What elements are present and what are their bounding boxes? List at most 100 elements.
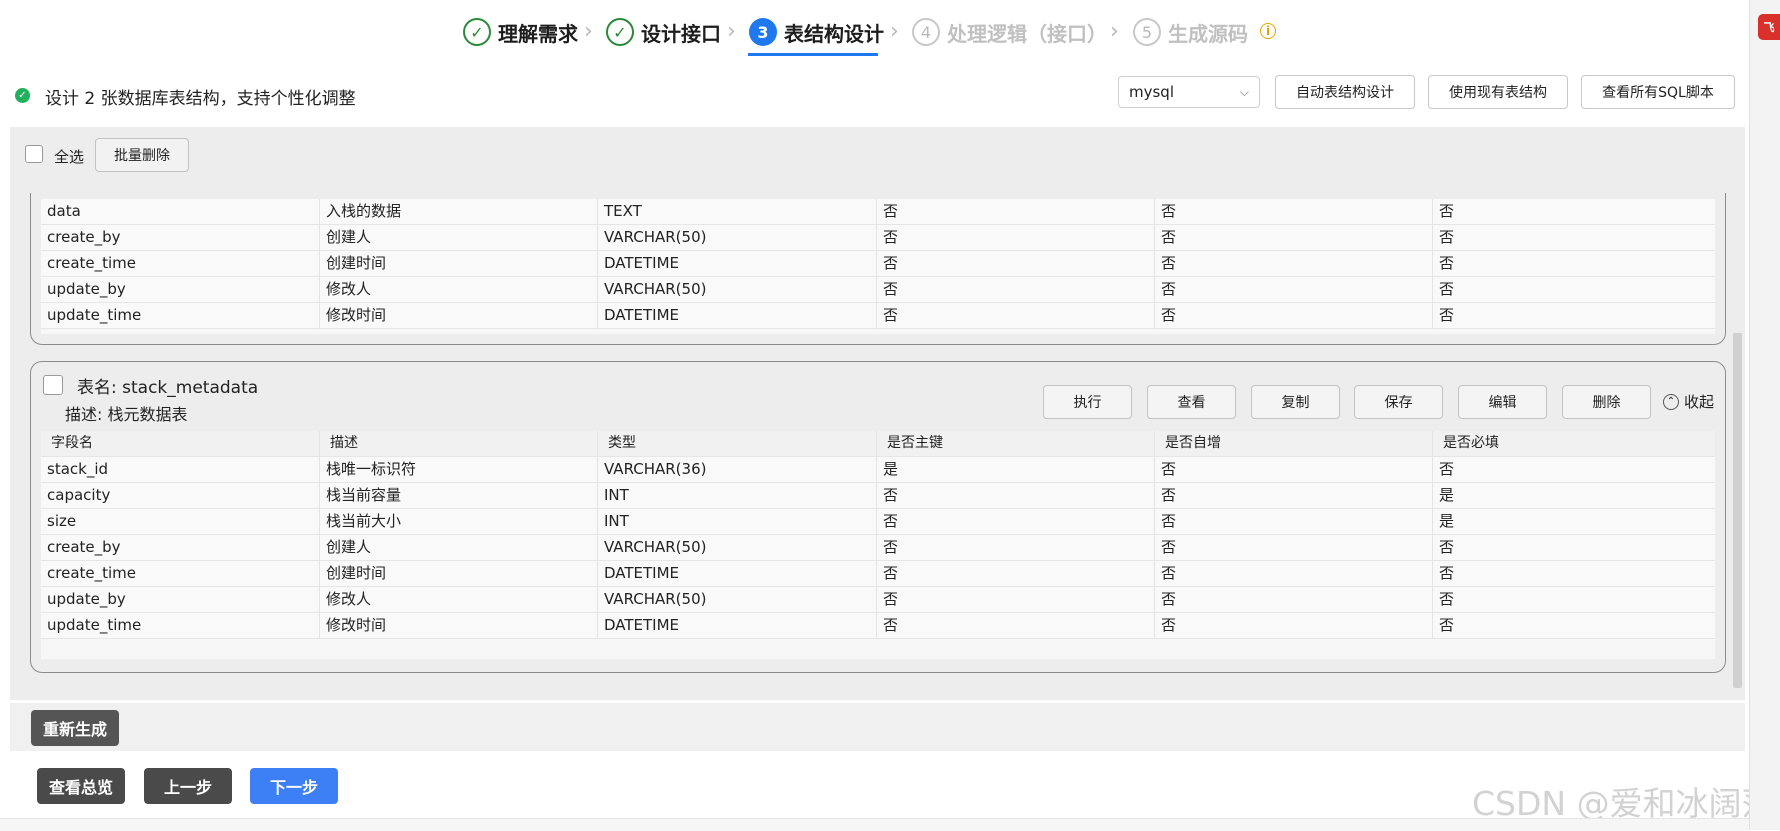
view-sql-button[interactable]: 查看所有SQL脚本 <box>1581 75 1735 109</box>
table-card: data 入栈的数据 TEXT 否否否 create_by 创建人 VARCHAR(50) 否… <box>30 193 1726 345</box>
table-row[interactable]: create_time 创建时间 DATETIME 否否否 <box>41 251 1715 277</box>
cell-field-name: update_time <box>47 616 142 634</box>
step-table-design[interactable]: 3 表结构设计 <box>749 14 884 50</box>
cell-field-name: create_time <box>47 564 137 582</box>
cell-primary-key: 否 <box>876 509 1154 535</box>
info-icon[interactable]: i <box>1260 23 1276 39</box>
column-header-field-name: 字段名 <box>51 435 93 451</box>
chevron-up-icon: ⌃ <box>1663 393 1679 410</box>
use-existing-button[interactable]: 使用现有表结构 <box>1428 75 1568 109</box>
column-header-description: 描述 <box>319 431 597 457</box>
cell-description: 创建时间 <box>319 251 597 277</box>
cell-primary-key: 否 <box>876 251 1154 277</box>
active-step-indicator <box>748 53 878 56</box>
table-select-checkbox[interactable] <box>43 375 63 395</box>
cell-type: VARCHAR(50) <box>597 535 876 561</box>
cell-auto-increment: 否 <box>1154 587 1432 613</box>
cell-required: 否 <box>1432 225 1715 251</box>
cell-description: 入栈的数据 <box>319 199 597 225</box>
cell-field-name: size <box>47 512 77 530</box>
check-icon: ✓ <box>463 18 491 46</box>
previous-step-button[interactable]: 上一步 <box>144 768 232 804</box>
cell-description: 创建人 <box>319 225 597 251</box>
table-row[interactable]: update_time 修改时间 DATETIME 否否否 <box>41 613 1715 639</box>
edit-button[interactable]: 编辑 <box>1458 385 1547 419</box>
auto-design-button[interactable]: 自动表结构设计 <box>1275 75 1415 109</box>
step-understand-requirements[interactable]: ✓ 理解需求 <box>463 14 578 50</box>
table-row[interactable]: data 入栈的数据 TEXT 否否否 <box>41 199 1715 225</box>
table-row[interactable]: create_by 创建人 VARCHAR(50) 否否否 <box>41 225 1715 251</box>
collapse-toggle[interactable]: ⌃ 收起 <box>1663 391 1714 412</box>
step-design-interface[interactable]: ✓ 设计接口 <box>606 14 721 50</box>
table-row[interactable]: create_by 创建人 VARCHAR(50) 否否否 <box>41 535 1715 561</box>
table-header-row: 字段名 描述 类型 是否主键 是否自增 是否必填 <box>41 431 1715 457</box>
chevron-right-icon: › <box>727 19 736 44</box>
cell-description: 栈唯一标识符 <box>319 457 597 483</box>
cell-type: VARCHAR(50) <box>597 277 876 303</box>
copy-button[interactable]: 复制 <box>1251 385 1340 419</box>
table-description: 描述: 栈元数据表 <box>65 405 188 424</box>
cell-description: 栈当前大小 <box>319 509 597 535</box>
cell-field-name: capacity <box>47 486 111 504</box>
bulk-delete-button[interactable]: 批量删除 <box>95 138 189 172</box>
table-row[interactable]: size 栈当前大小 INT 否否是 <box>41 509 1715 535</box>
table-row[interactable]: update_by 修改人 VARCHAR(50) 否否否 <box>41 277 1715 303</box>
cell-required: 否 <box>1432 561 1715 587</box>
cell-type: TEXT <box>597 199 876 225</box>
cell-primary-key: 否 <box>876 535 1154 561</box>
save-button[interactable]: 保存 <box>1354 385 1443 419</box>
chevron-right-icon: › <box>890 19 899 44</box>
cell-field-name: update_by <box>47 590 126 608</box>
success-icon: ✓ <box>15 88 30 103</box>
step-label: 表结构设计 <box>784 21 884 46</box>
step-number-badge: 5 <box>1133 18 1161 46</box>
cell-required: 否 <box>1432 277 1715 303</box>
side-app-badge[interactable]: 飞 <box>1758 14 1780 40</box>
step-label: 设计接口 <box>641 21 721 46</box>
chevron-down-icon: ⌵ <box>1239 84 1249 99</box>
step-label: 生成源码 <box>1168 21 1248 46</box>
status-message: 设计 2 张数据库表结构，支持个性化调整 <box>45 89 356 109</box>
cell-auto-increment: 否 <box>1154 277 1432 303</box>
table-row[interactable]: update_time 修改时间 DATETIME 否否否 <box>41 303 1715 329</box>
tables-scroll-area[interactable]: data 入栈的数据 TEXT 否否否 create_by 创建人 VARCHAR(50) 否… <box>10 193 1745 688</box>
table-row[interactable]: update_by 修改人 VARCHAR(50) 否否否 <box>41 587 1715 613</box>
table-row[interactable]: capacity 栈当前容量 INT 否否是 <box>41 483 1715 509</box>
cell-type: DATETIME <box>597 251 876 277</box>
vertical-scrollbar[interactable] <box>1733 333 1742 688</box>
cell-auto-increment: 否 <box>1154 251 1432 277</box>
step-navigation: ✓ 理解需求 › ✓ 设计接口 › 3 表结构设计 › 4 处理逻辑（接口） ›… <box>0 0 1750 62</box>
cell-description: 修改人 <box>319 587 597 613</box>
step-label: 处理逻辑（接口） <box>947 21 1107 46</box>
cell-auto-increment: 否 <box>1154 561 1432 587</box>
cell-required: 否 <box>1432 587 1715 613</box>
bottom-edge <box>0 818 1749 831</box>
field-table: data 入栈的数据 TEXT 否否否 create_by 创建人 VARCHAR(50) 否… <box>41 199 1715 334</box>
select-value: mysql <box>1129 83 1174 101</box>
delete-button[interactable]: 删除 <box>1562 385 1651 419</box>
next-step-button[interactable]: 下一步 <box>250 768 338 804</box>
column-header-type: 类型 <box>597 431 876 457</box>
column-header-auto-increment: 是否自增 <box>1154 431 1432 457</box>
execute-button[interactable]: 执行 <box>1043 385 1132 419</box>
browser-side-panel <box>1749 0 1780 830</box>
regenerate-button[interactable]: 重新生成 <box>31 710 119 746</box>
view-button[interactable]: 查看 <box>1147 385 1236 419</box>
cell-description: 创建人 <box>319 535 597 561</box>
cell-description: 修改时间 <box>319 303 597 329</box>
chevron-right-icon: › <box>1110 19 1119 44</box>
overview-button[interactable]: 查看总览 <box>37 768 125 804</box>
table-row[interactable]: stack_id 栈唯一标识符 VARCHAR(36) 是否否 <box>41 457 1715 483</box>
cell-required: 否 <box>1432 613 1715 639</box>
cell-field-name: stack_id <box>47 460 109 478</box>
column-header-primary-key: 是否主键 <box>876 431 1154 457</box>
database-type-select[interactable]: mysql ⌵ <box>1118 76 1260 108</box>
step-processing-logic[interactable]: 4 处理逻辑（接口） <box>912 14 1107 50</box>
cell-auto-increment: 否 <box>1154 535 1432 561</box>
step-label: 理解需求 <box>498 21 578 46</box>
cell-required: 否 <box>1432 199 1715 225</box>
select-all-checkbox[interactable] <box>25 145 43 163</box>
step-generate-source[interactable]: 5 生成源码 <box>1133 14 1248 50</box>
cell-type: DATETIME <box>597 613 876 639</box>
table-row[interactable]: create_time 创建时间 DATETIME 否否否 <box>41 561 1715 587</box>
